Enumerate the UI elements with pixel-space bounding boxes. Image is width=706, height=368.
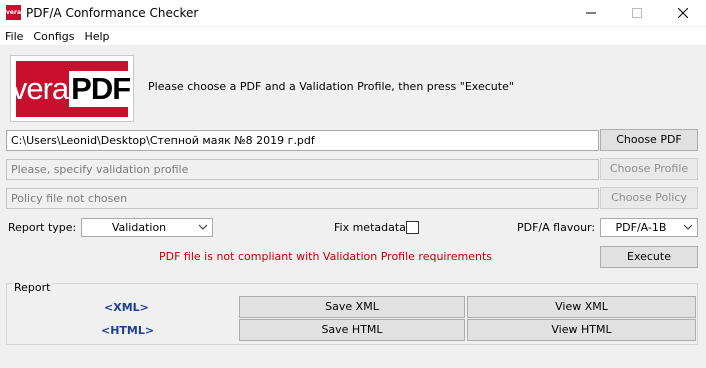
view-html-button[interactable]: View HTML	[467, 319, 696, 341]
xml-report-label: <XML>	[104, 301, 149, 314]
chevron-down-icon	[198, 224, 208, 230]
logo-text-vera: vera	[11, 71, 69, 106]
report-type-value: Validation	[111, 221, 167, 234]
flavour-label: PDF/A flavour:	[517, 221, 596, 234]
save-html-button[interactable]: Save HTML	[239, 319, 465, 341]
minimize-button[interactable]	[568, 0, 614, 26]
instructions-text: Please choose a PDF and a Validation Pro…	[148, 80, 514, 93]
choose-profile-button[interactable]: Choose Profile	[600, 158, 698, 180]
maximize-button[interactable]	[614, 0, 660, 26]
policy-file-field[interactable]: Policy file not chosen	[6, 188, 599, 209]
menu-help[interactable]: Help	[79, 30, 114, 43]
view-xml-button[interactable]: View XML	[467, 296, 696, 318]
flavour-select[interactable]: PDF/A-1B	[600, 218, 698, 237]
minimize-icon	[586, 12, 596, 14]
report-type-label: Report type:	[8, 221, 77, 234]
close-button[interactable]	[660, 0, 706, 26]
choose-policy-button[interactable]: Choose Policy	[600, 187, 698, 209]
fix-metadata-label: Fix metadata:	[334, 221, 410, 234]
window-title: PDF/A Conformance Checker	[26, 6, 199, 20]
logo-text-pdf: PDF	[69, 71, 133, 107]
choose-pdf-button[interactable]: Choose PDF	[600, 129, 698, 151]
save-xml-button[interactable]: Save XML	[239, 296, 465, 318]
status-message: PDF file is not compliant with Validatio…	[159, 250, 493, 263]
maximize-icon	[632, 8, 642, 18]
pdf-path-field[interactable]: C:\Users\Leonid\Desktop\Степной маяк №8 …	[6, 130, 599, 151]
fix-metadata-checkbox[interactable]	[406, 221, 419, 234]
report-group-legend: Report	[12, 281, 53, 294]
html-report-label: <HTML>	[101, 324, 155, 337]
execute-button[interactable]: Execute	[600, 246, 698, 268]
validation-profile-field[interactable]: Please, specify validation profile	[6, 159, 599, 180]
menu-configs[interactable]: Configs	[28, 30, 79, 43]
verapdf-logo: vera PDF	[10, 55, 134, 122]
close-icon	[678, 8, 688, 18]
menu-file[interactable]: File	[0, 30, 28, 43]
app-icon: vera	[6, 5, 21, 20]
report-type-select[interactable]: Validation	[81, 218, 213, 237]
chevron-down-icon	[683, 224, 693, 230]
menu-bar: File Configs Help	[0, 27, 706, 45]
